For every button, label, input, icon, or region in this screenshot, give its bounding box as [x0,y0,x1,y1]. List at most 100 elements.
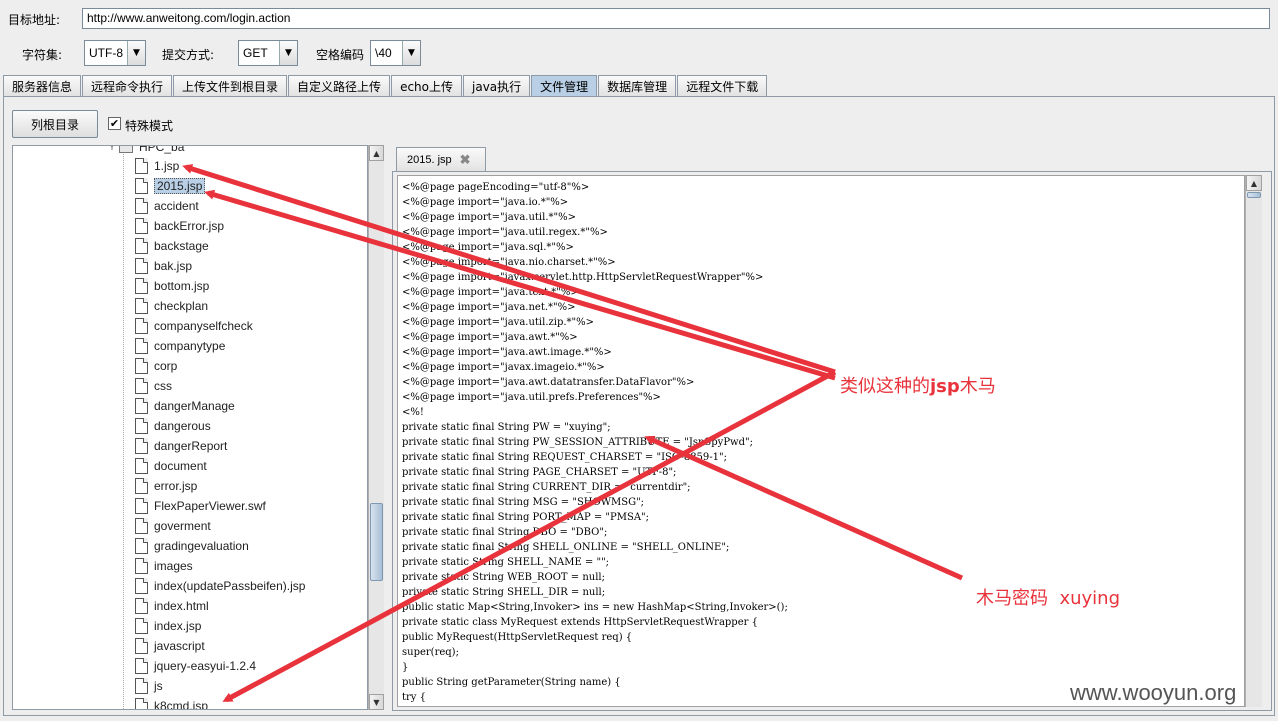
close-icon[interactable]: ✖ [460,152,471,168]
tree-folder[interactable]: Y HPC_ba [109,146,184,154]
tab-2[interactable]: 上传文件到根目录 [173,75,288,96]
annotation-bold: jsp [930,376,960,397]
tree-item-label: dangerous [154,419,211,433]
tree-item[interactable]: 1.jsp [135,156,179,176]
scroll-thumb[interactable] [1247,192,1261,198]
scroll-up-icon[interactable]: ▲ [1246,175,1262,191]
code-line: <%@page import="java.awt.image.*"%> [402,347,612,358]
method-value: GET [243,46,268,60]
tree-item[interactable]: accident [135,196,199,216]
code-line: public String getParameter(String name) … [402,677,621,688]
tree-item[interactable]: jquery-easyui-1.2.4 [135,656,256,676]
code-editor[interactable]: <%@page pageEncoding="utf-8"%> <%@page im… [397,175,1245,707]
tree-item[interactable]: backError.jsp [135,216,224,236]
tab-5[interactable]: java执行 [463,75,531,96]
file-icon [135,518,148,534]
editor-tab[interactable]: 2015. jsp ✖ [396,147,486,171]
tree-guide-line [123,146,124,709]
tree-item[interactable]: index.html [135,596,209,616]
charset-label: 字符集: [22,48,63,62]
tab-3[interactable]: 自定义路径上传 [288,75,391,96]
tab-1[interactable]: 远程命令执行 [82,75,173,96]
tree-item[interactable]: index.jsp [135,616,201,636]
tree-item[interactable]: gradingevaluation [135,536,249,556]
tree-item[interactable]: error.jsp [135,476,197,496]
tab-0[interactable]: 服务器信息 [3,75,82,96]
tree-item[interactable]: index(updatePassbeifen).jsp [135,576,305,596]
file-icon [135,338,148,354]
annotation-password: xuying [1059,588,1121,609]
editor-scrollbar[interactable]: ▲ [1245,175,1262,707]
tab-7[interactable]: 数据库管理 [598,75,677,96]
tree-item[interactable]: checkplan [135,296,208,316]
tree-item-label: backstage [154,239,209,253]
method-select[interactable]: GET ▼ [238,40,298,66]
tree-item[interactable]: companyselfcheck [135,316,253,336]
tree-item[interactable]: js [135,676,163,696]
tree-item-label: document [154,459,207,473]
charset-select[interactable]: UTF-8 ▼ [84,40,146,66]
annotation-text: 木马密码 [976,588,1048,609]
chevron-down-icon[interactable]: ▼ [402,41,420,65]
space-encoding-select[interactable]: \40 ▼ [370,40,421,66]
chevron-down-icon[interactable]: ▼ [279,41,297,65]
target-url-input[interactable]: http://www.anweitong.com/login.action [82,8,1270,29]
file-icon [135,238,148,254]
tree-item-label: accident [154,199,199,213]
scroll-down-icon[interactable]: ▼ [369,694,384,710]
scroll-thumb[interactable] [370,503,383,581]
tree-item[interactable]: companytype [135,336,225,356]
tree-item-label: corp [154,359,178,373]
tree-item[interactable]: 2015.jsp [135,176,206,196]
tree-item[interactable]: FlexPaperViewer.swf [135,496,266,516]
expand-icon[interactable]: Y [109,146,115,152]
tree-item-label: k8cmd.jsp [154,699,209,710]
tree-item[interactable]: javascript [135,636,205,656]
code-line: private static class MyRequest extends H… [402,617,758,628]
scroll-up-icon[interactable]: ▲ [369,145,384,161]
tree-item[interactable]: bak.jsp [135,256,192,276]
tree-item[interactable]: goverment [135,516,211,536]
tree-item[interactable]: document [135,456,207,476]
tree-item[interactable]: css [135,376,172,396]
code-line: private static String WEB_ROOT = null; [402,572,605,583]
code-line: <%@page import="java.text.*"%> [402,287,579,298]
tree-item[interactable]: corp [135,356,177,376]
tree-item[interactable]: bottom.jsp [135,276,209,296]
tree-item[interactable]: dangerReport [135,436,227,456]
tree-item[interactable]: dangerous [135,416,211,436]
code-line: <%! [402,407,424,418]
tab-6[interactable]: 文件管理 [531,75,598,96]
tree-item[interactable]: backstage [135,236,209,256]
file-icon [135,578,148,594]
tree-item[interactable]: images [135,556,193,576]
code-line: private static final String PW = "xuying… [402,422,611,433]
tab-8[interactable]: 远程文件下载 [677,75,768,96]
tree-item[interactable]: dangerManage [135,396,235,416]
tree-item-label: FlexPaperViewer.swf [154,499,266,513]
tree-scrollbar[interactable]: ▲ ▼ [368,145,384,710]
file-icon [135,538,148,554]
code-line: private static final String DBO = "DBO"; [402,527,608,538]
code-line: public MyRequest(HttpServletRequest req)… [402,632,633,643]
tree-item-label: index.html [154,599,209,613]
tree-item[interactable]: k8cmd.jsp [135,696,209,710]
tree-item-label: 1.jsp [154,159,180,173]
file-icon [135,678,148,694]
target-url-label: 目标地址: [8,13,61,27]
file-icon [135,458,148,474]
code-line: private static final String REQUEST_CHAR… [402,452,727,463]
list-root-button[interactable]: 列根目录 [12,110,98,138]
tree-item-label: companyselfcheck [154,319,253,333]
tab-4[interactable]: echo上传 [391,75,462,96]
file-icon [135,318,148,334]
file-icon [135,178,148,194]
chevron-down-icon[interactable]: ▼ [127,41,145,65]
code-line: super(req); [402,647,459,658]
file-icon [135,698,148,709]
tree-item-label: companytype [154,339,226,353]
code-line: <%@page import="java.awt.*"%> [402,332,578,343]
special-mode-checkbox[interactable]: ✔ [108,117,121,130]
method-label: 提交方式: [162,48,215,62]
code-line: <%@page import="java.util.zip.*"%> [402,317,595,328]
